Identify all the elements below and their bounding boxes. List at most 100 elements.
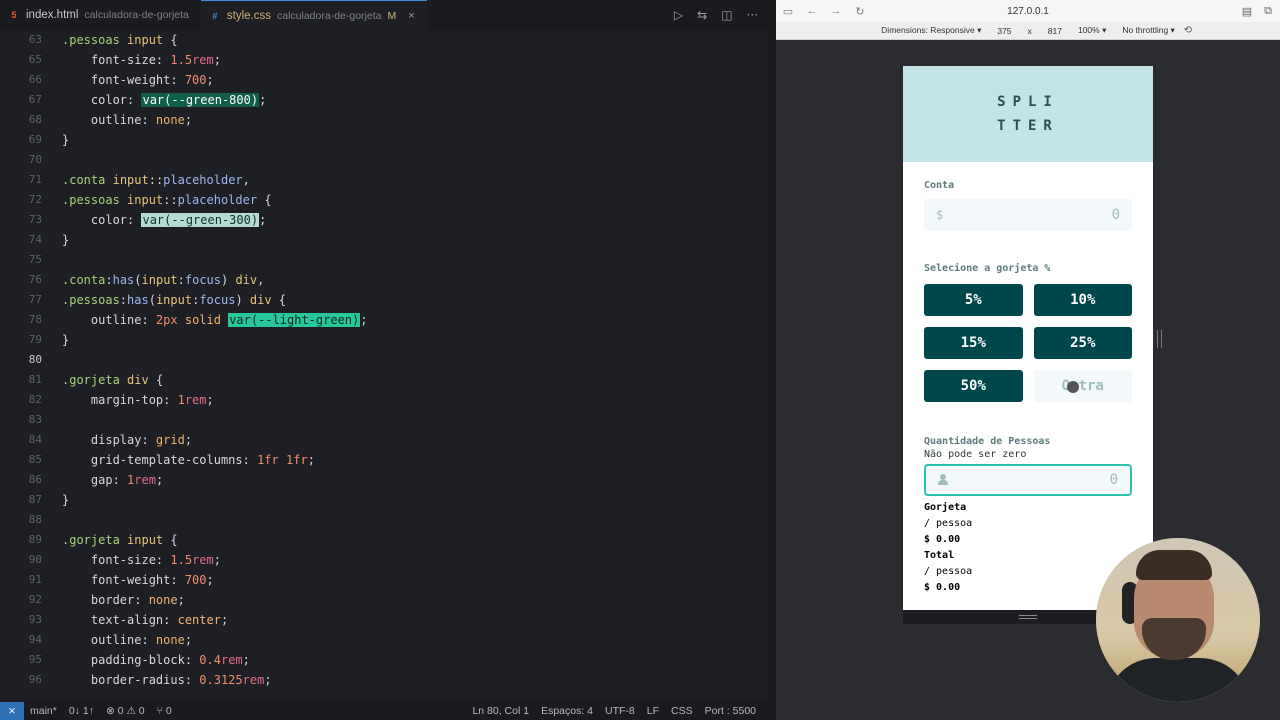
bill-input[interactable]: $ 0 [924,199,1132,231]
code-line: 63 .pessoas input { [28,33,178,47]
code-line: 91 font-weight: 700; [28,573,214,587]
html-file-icon: 5 [11,10,17,20]
tip-button-5[interactable]: 5% [924,284,1023,316]
code-line: 92 border: none; [28,593,185,607]
problems-count[interactable]: ⊗ 0 ⚠ 0 [100,705,151,717]
viewport-width[interactable]: 375 [997,26,1011,36]
status-bar: ⨯ main* 0↓ 1↑ ⊗ 0 ⚠ 0 ⑂ 0 Ln 80, Col 1 E… [0,702,768,720]
editor-actions: ▷ ⇆ ◫ ··· [674,0,758,30]
dimensions-select[interactable]: Dimensions: Responsive ▾ [881,25,981,36]
people-label: Quantidade de Pessoas [924,436,1051,447]
code-line: 87} [28,493,70,507]
compare-icon[interactable]: ⇆ [697,8,707,22]
code-line: 74} [28,233,70,247]
code-line: 78 outline: 2px solid var(--light-green)… [28,313,368,327]
people-error: Não pode ser zero [924,449,1027,460]
editor-tab-bar: 5 index.html calculadora-de-gorjeta # st… [0,0,768,30]
code-line: 75 [28,253,42,266]
code-line: 96 border-radius: 0.3125rem; [28,673,272,687]
dimension-separator: x [1027,25,1032,36]
code-line-current: 80 [28,353,42,366]
tab-description: calculadora-de-gorjeta [277,9,382,22]
zoom-select[interactable]: 100% ▾ [1078,25,1106,36]
viewport-height[interactable]: 817 [1048,26,1062,36]
tab-index-html[interactable]: 5 index.html calculadora-de-gorjeta [0,0,201,30]
bill-label: Conta [924,180,955,191]
logo-line: SPLI [997,94,1059,110]
address-bar[interactable]: 127.0.0.1 [776,6,1280,17]
split-editor-icon[interactable]: ◫ [721,8,732,22]
code-line: 83 [28,413,42,426]
end-of-line[interactable]: LF [641,705,665,717]
throttling-select[interactable]: No throttling ▾ [1122,25,1174,36]
css-file-icon: # [212,10,218,21]
cursor-position[interactable]: Ln 80, Col 1 [466,705,535,717]
logo-line: TTER [997,118,1059,134]
git-branch[interactable]: main* [24,705,63,717]
webcam-overlay [1096,538,1260,702]
reader-icon[interactable]: ▤ [1242,5,1252,18]
window-divider [768,0,776,720]
code-line: 71 .conta input::placeholder, [28,173,250,187]
ports-count[interactable]: ⑂ 0 [151,705,178,717]
git-sync[interactable]: 0↓ 1↑ [63,705,100,717]
tab-filename: style.css [226,9,271,22]
tip-result-title: Gorjeta [924,502,967,513]
code-line: 77 .pessoas:has(input:focus) div { [28,293,287,307]
code-line: 85 grid-template-columns: 1fr 1fr; [28,453,315,467]
more-icon[interactable]: ··· [747,8,758,22]
code-line: 90 font-size: 1.5rem; [28,553,221,567]
code-line: 82 margin-top: 1rem; [28,393,214,407]
code-area[interactable]: 63 .pessoas input { 65 font-size: 1.5rem;… [0,30,760,702]
people-input[interactable]: 0 [924,464,1132,496]
code-line: 73 color: var(--green-300); [28,213,267,227]
rotate-icon[interactable]: ⟲ [1184,25,1192,36]
splitter-app: SPLI TTER Conta $ 0 Selecione a gorjeta … [903,66,1153,610]
remote-icon[interactable]: ⨯ [0,702,24,720]
mouse-cursor [1066,381,1079,393]
code-line: 69} [28,133,70,147]
person-icon [938,474,948,486]
resize-handle-right[interactable] [1157,330,1162,348]
tip-button-25[interactable]: 25% [1033,327,1132,359]
run-icon[interactable]: ▷ [674,8,683,22]
code-line: 67 color: var(--green-800); [28,93,267,107]
code-line: 72 .pessoas input::placeholder { [28,193,272,207]
app-logo: SPLI TTER [903,66,1153,162]
tab-description: calculadora-de-gorjeta [84,9,189,21]
tab-filename: index.html [26,9,79,21]
code-line: 81 .gorjeta div { [28,373,164,387]
custom-tip-input[interactable]: Outra [1033,370,1132,402]
language-mode[interactable]: CSS [665,705,699,717]
code-line: 88 [28,513,42,526]
code-line: 84 display: grid; [28,433,193,447]
tab-close-icon[interactable]: × [408,10,414,22]
indentation[interactable]: Espaços: 4 [535,705,599,717]
code-line: 86 gap: 1rem; [28,473,164,487]
browser-toolbar: ▭ ← → ↻ 127.0.0.1 ▤ ⧉ [776,0,1280,22]
tip-button-15[interactable]: 15% [924,327,1023,359]
tab-style-css[interactable]: # style.css calculadora-de-gorjeta M × [200,0,427,30]
tip-per-person: / pessoa [924,518,973,529]
people-placeholder: 0 [1109,472,1118,488]
tip-button-10[interactable]: 10% [1033,284,1132,316]
code-line: 76 .conta:has(input:focus) div, [28,273,265,287]
tabs-icon[interactable]: ⧉ [1264,5,1272,18]
bill-placeholder: 0 [1111,207,1120,223]
code-line: 95 padding-block: 0.4rem; [28,653,250,667]
code-line: 65 font-size: 1.5rem; [28,53,221,67]
code-line: 89 .gorjeta input { [28,533,178,547]
code-line: 68 outline: none; [28,113,193,127]
tip-button-50[interactable]: 50% [924,370,1023,402]
minimap[interactable] [760,30,768,702]
code-line: 93 text-align: center; [28,613,229,627]
code-line: 70 [28,153,42,166]
tab-modified-indicator: M [387,9,397,22]
live-server-port[interactable]: Port : 5500 [699,705,762,717]
dollar-icon: $ [936,208,944,222]
encoding[interactable]: UTF-8 [599,705,641,717]
code-line: 66 font-weight: 700; [28,73,214,87]
device-toolbar: Dimensions: Responsive ▾ 375 x 817 100% … [776,22,1280,40]
code-editor: 5 index.html calculadora-de-gorjeta # st… [0,0,773,720]
tip-grid: 5% 10% 15% 25% 50% Outra [924,284,1132,402]
